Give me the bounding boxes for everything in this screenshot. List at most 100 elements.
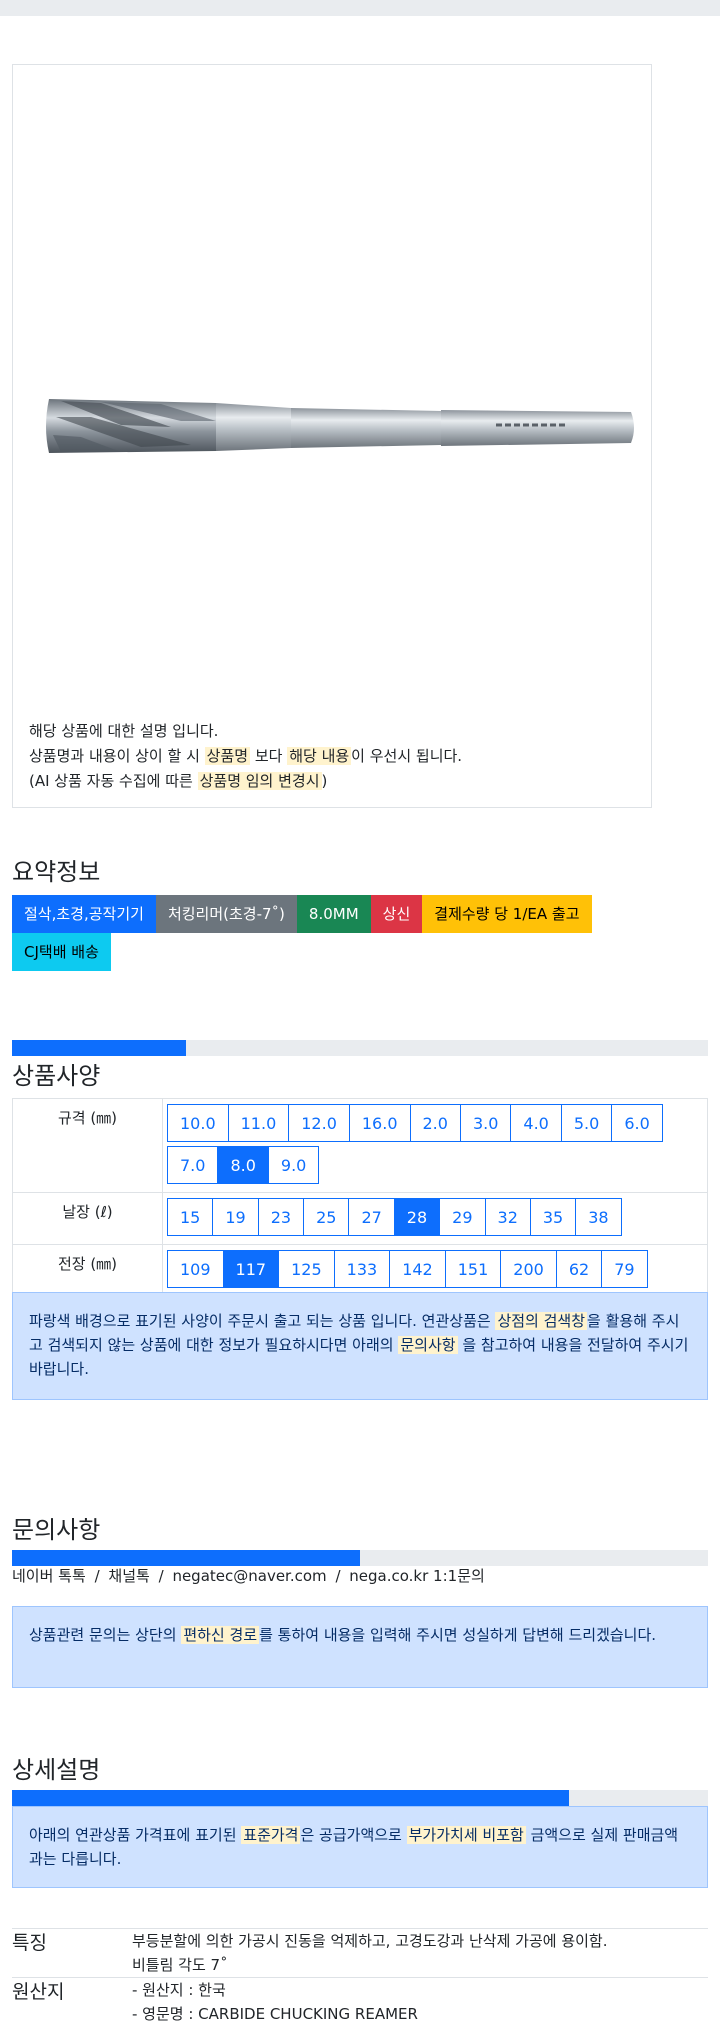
spec-option[interactable]: 23 [257, 1198, 305, 1236]
highlight-content: 해당 내용 [287, 747, 352, 765]
desc-text: 이 우선시 됩니다. [351, 747, 463, 765]
highlight-standard-price: 표준가격 [241, 1826, 301, 1844]
feature-line: - 영문명 : CARBIDE CHUCKING REAMER [132, 2005, 418, 2023]
spec-option[interactable]: 6.0 [611, 1104, 663, 1142]
spec-option[interactable]: 109 [167, 1250, 224, 1288]
desc-text: (AI 상품 자동 수집에 따른 [29, 772, 198, 790]
spec-label: 날장 (ℓ) [12, 1192, 163, 1245]
spec-option[interactable]: 25 [303, 1198, 350, 1236]
notice-text: 파랑색 배경으로 표기된 사양이 주문시 출고 되는 상품 입니다. 연관상품은 [29, 1312, 496, 1330]
spec-options: 10.0 11.0 12.0 16.0 2.0 3.0 4.0 5.0 6.0 7.0 8.0 9.0 [162, 1098, 708, 1193]
channel-separator: / [335, 1567, 341, 1585]
feature-row: 원산지 - 원산지 : 한국 - 영문명 : CARBIDE CHUCKING … [12, 1977, 708, 2026]
spec-option[interactable]: 15 [167, 1198, 214, 1236]
spec-option[interactable]: 200 [500, 1250, 557, 1288]
spec-option[interactable]: 62 [555, 1250, 603, 1288]
desc-text: 상품명과 내용이 상이 할 시 [29, 747, 205, 765]
channel-email[interactable]: negatec@naver.com [172, 1567, 326, 1585]
spec-option[interactable]: 12.0 [288, 1104, 350, 1142]
contact-channels: 네이버 톡톡 / 채널톡 / negatec@naver.com / nega.… [12, 1565, 485, 1586]
badge-category: 절삭,초경,공작기기 [12, 895, 156, 933]
feature-line: 부등분할에 의한 가공시 진동을 억제하고, 고경도강과 난삭제 가공에 용이함… [132, 1932, 608, 1950]
feature-line: 비틀림 각도 7˚ [132, 1956, 228, 1974]
spec-label: 규격 (㎜) [12, 1098, 163, 1193]
spec-option[interactable]: 142 [389, 1250, 446, 1288]
spec-row-flute-length: 날장 (ℓ) 15 19 23 25 27 28 29 32 35 38 [12, 1192, 708, 1245]
spec-options: 15 19 23 25 27 28 29 32 35 38 [162, 1192, 708, 1245]
spec-option[interactable]: 28 [393, 1198, 441, 1236]
detail-notice: 아래의 연관상품 가격표에 표기된 표준가격 은 공급가액으로 부가가치세 비포함… [12, 1806, 708, 1888]
desc-text: ) [321, 772, 328, 790]
inquiry-notice: 상품관련 문의는 상단의 편하신 경로 를 통하여 내용을 입력해 주시면 성실하… [12, 1606, 708, 1688]
spec-option[interactable]: 125 [278, 1250, 335, 1288]
spec-option[interactable]: 8.0 [217, 1146, 269, 1184]
spec-title: 상품사양 [12, 1062, 101, 1090]
spec-options: 109 117 125 133 142 151 200 62 79 [162, 1244, 708, 1297]
badge-product-type: 처킹리머(초경-7˚) [155, 895, 297, 933]
summary-badges: 절삭,초경,공작기기 처킹리머(초경-7˚) 8.0MM 상신 결제수량 당 1… [12, 895, 708, 971]
spec-option[interactable]: 19 [212, 1198, 259, 1236]
spec-option[interactable]: 35 [529, 1198, 577, 1236]
spec-option[interactable]: 2.0 [409, 1104, 461, 1142]
spec-option[interactable]: 10.0 [167, 1104, 229, 1142]
spec-option[interactable]: 11.0 [227, 1104, 290, 1142]
spec-table: 규격 (㎜) 10.0 11.0 12.0 16.0 2.0 3.0 4.0 5.0 6.0 7.… [12, 1098, 708, 1297]
product-image [46, 399, 634, 453]
notice-text: 를 통하여 내용을 입력해 주시면 성실하게 답변해 드리겠습니다. [259, 1626, 657, 1644]
channel-separator: / [158, 1567, 164, 1585]
inquiry-title: 문의사항 [12, 1516, 101, 1544]
spec-option[interactable]: 32 [484, 1198, 531, 1236]
feature-key: 원산지 [12, 1977, 132, 2026]
desc-line-3: (AI 상품 자동 수집에 따른 상품명 임의 변경시) [29, 769, 462, 794]
features-table: 특징 부등분할에 의한 가공시 진동을 억제하고, 고경도강과 난삭제 가공에 … [12, 1928, 708, 2026]
spec-label: 전장 (㎜) [12, 1244, 163, 1297]
spec-option[interactable]: 27 [348, 1198, 395, 1236]
badge-quantity: 결제수량 당 1/EA 출고 [422, 895, 592, 933]
feature-value: 부등분할에 의한 가공시 진동을 억제하고, 고경도강과 난삭제 가공에 용이함… [132, 1928, 708, 1978]
spec-progress [12, 1040, 708, 1056]
spec-option[interactable]: 5.0 [560, 1104, 613, 1142]
spec-progress-fill [12, 1040, 186, 1056]
top-bar [0, 0, 720, 16]
spec-option[interactable]: 117 [222, 1250, 280, 1288]
feature-value: - 원산지 : 한국 - 영문명 : CARBIDE CHUCKING REAM… [132, 1977, 708, 2026]
feature-key: 특징 [12, 1928, 132, 1978]
detail-progress-fill [12, 1790, 569, 1806]
channel-naver-talk[interactable]: 네이버 톡톡 [12, 1567, 86, 1585]
spec-row-overall-length: 전장 (㎜) 109 117 125 133 142 151 200 62 79 [12, 1244, 708, 1297]
spec-option[interactable]: 3.0 [459, 1104, 512, 1142]
summary-title: 요약정보 [12, 858, 101, 886]
spec-option[interactable]: 79 [601, 1250, 648, 1288]
spec-option[interactable]: 7.0 [167, 1146, 219, 1184]
spec-option[interactable]: 29 [439, 1198, 486, 1236]
highlight-search: 상점의 검색창 [495, 1312, 588, 1330]
inquiry-progress [12, 1550, 708, 1566]
badge-brand: 상신 [370, 895, 423, 933]
highlight-vat-excluded: 부가가치세 비포함 [406, 1826, 526, 1844]
spec-option[interactable]: 9.0 [267, 1146, 320, 1184]
notice-text: 은 공급가액으로 [300, 1826, 407, 1844]
channel-separator: / [94, 1567, 100, 1585]
spec-option[interactable]: 4.0 [510, 1104, 562, 1142]
highlight-inquiry: 문의사항 [398, 1336, 458, 1354]
highlight-route: 편하신 경로 [181, 1626, 260, 1644]
spec-option[interactable]: 133 [333, 1250, 391, 1288]
desc-text: 보다 [250, 747, 288, 765]
detail-title: 상세설명 [12, 1756, 101, 1784]
spec-row-size: 규격 (㎜) 10.0 11.0 12.0 16.0 2.0 3.0 4.0 5.0 6.0 7.… [12, 1098, 708, 1193]
feature-row: 특징 부등분할에 의한 가공시 진동을 억제하고, 고경도강과 난삭제 가공에 … [12, 1928, 708, 1978]
spec-option[interactable]: 38 [575, 1198, 622, 1236]
spec-option[interactable]: 151 [444, 1250, 502, 1288]
channel-website[interactable]: nega.co.kr 1:1문의 [349, 1567, 485, 1585]
notice-text: 아래의 연관상품 가격표에 표기된 [29, 1826, 242, 1844]
desc-line-2: 상품명과 내용이 상이 할 시 상품명 보다 해당 내용 이 우선시 됩니다. [29, 744, 462, 769]
channel-channeltalk[interactable]: 채널톡 [108, 1567, 149, 1585]
highlight-product-name: 상품명 [204, 747, 251, 765]
inquiry-progress-fill [12, 1550, 360, 1566]
spec-notice: 파랑색 배경으로 표기된 사양이 주문시 출고 되는 상품 입니다. 연관상품은… [12, 1292, 708, 1400]
spec-option[interactable]: 16.0 [348, 1104, 411, 1142]
badge-shipping: CJ택배 배송 [12, 933, 111, 971]
notice-text: 상품관련 문의는 상단의 [29, 1626, 182, 1644]
badge-size: 8.0MM [296, 895, 371, 933]
product-card: 해당 상품에 대한 설명 입니다. 상품명과 내용이 상이 할 시 상품명 보다… [12, 64, 652, 808]
